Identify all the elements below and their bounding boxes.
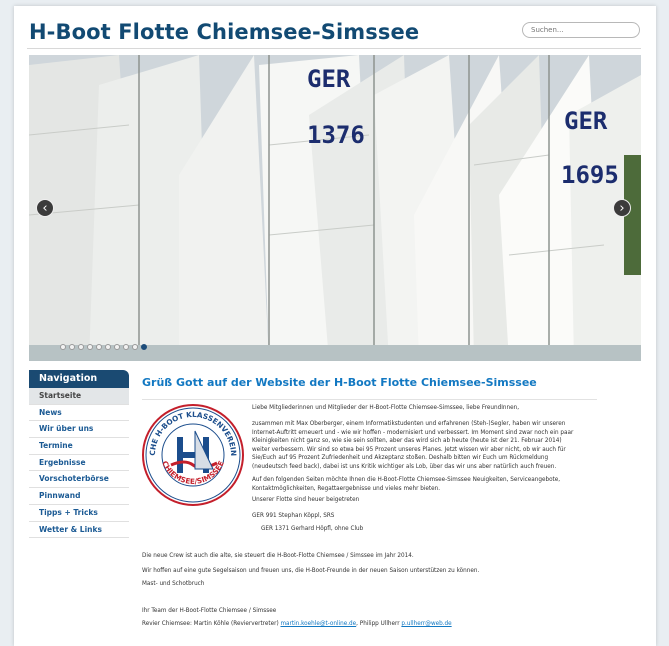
team-signature: Ihr Team der H-Boot-Flotte Chiemsee / Si… xyxy=(142,608,277,614)
sidebar-item-startseite[interactable]: Startseite xyxy=(29,388,129,405)
sidebar-item-ergebnisse[interactable]: Ergebnisse xyxy=(29,455,129,472)
email-link[interactable]: martin.koehle@t-online.de xyxy=(280,621,356,627)
site-title: H-Boot Flotte Chiemsee-Simssee xyxy=(29,20,420,44)
sidebar-heading: Navigation xyxy=(29,370,129,388)
sidebar-item-vorschoterbörse[interactable]: Vorschoterbörse xyxy=(29,471,129,489)
slider-pagination xyxy=(60,344,147,352)
slider-prev-button[interactable]: ‹ xyxy=(36,199,54,217)
new-members-intro: Unserer Flotte sind heuer beigetreten xyxy=(252,497,360,503)
greeting-line: Mast- und Schotbruch xyxy=(142,581,205,587)
sidebar-item-wir-über-uns[interactable]: Wir über uns xyxy=(29,421,129,439)
services-paragraph: Auf den folgenden Seiten möchte Ihnen di… xyxy=(252,477,561,492)
slider-dot[interactable] xyxy=(87,344,93,350)
slider-dot[interactable] xyxy=(123,344,129,350)
sail-number-text: 1695 xyxy=(561,161,619,189)
sidebar-item-pinnwand[interactable]: Pinnwand xyxy=(29,488,129,505)
slider-next-button[interactable]: › xyxy=(613,199,631,217)
page-container: H-Boot Flotte Chiemsee-Simssee Suchen...… xyxy=(14,6,656,646)
sail-number-text: 1376 xyxy=(307,121,365,149)
search-input[interactable] xyxy=(522,22,640,38)
slider-dot[interactable] xyxy=(114,344,120,350)
slider-dot[interactable] xyxy=(141,344,147,350)
image-slider: GER 1376 GER 1695 ‹ › xyxy=(29,55,641,361)
contact-line: Revier Chiemsee: Martin Köhle (Revierver… xyxy=(142,620,452,629)
page-title: Grüß Gott auf der Website der H-Boot Flo… xyxy=(142,376,537,389)
header-divider xyxy=(27,48,641,49)
sidebar-item-wetter-links[interactable]: Wetter & Links xyxy=(29,522,129,539)
season-paragraph: Wir hoffen auf eine gute Segelsaison und… xyxy=(142,568,480,574)
sidebar-item-tipps-tricks[interactable]: Tipps + Tricks xyxy=(29,505,129,522)
intro-paragraph: Liebe Mitgliederinnen und Mitglieder der… xyxy=(252,405,520,411)
slider-dot[interactable] xyxy=(60,344,66,350)
sail-number-text: GER xyxy=(307,65,351,93)
slider-dot[interactable] xyxy=(96,344,102,350)
slider-dot[interactable] xyxy=(78,344,84,350)
sidebar-item-news[interactable]: News xyxy=(29,405,129,422)
contact-middle: , Philipp Ullherr xyxy=(356,621,402,627)
slide-image-sailboats: GER 1376 GER 1695 xyxy=(29,55,641,361)
new-member-row: GER 991 Stephan Köppl, SRS xyxy=(252,513,335,519)
contact-prefix: Revier Chiemsee: Martin Köhle (Revierver… xyxy=(142,621,281,627)
slider-dot[interactable] xyxy=(105,344,111,350)
sidebar-item-termine[interactable]: Termine xyxy=(29,438,129,455)
new-member-row: GER 1371 Gerhard Höpfl, ohne Club xyxy=(261,526,364,532)
club-logo: DEUTSCHE H-BOOT KLASSENVEREINIGUNG CHIEM… xyxy=(141,403,244,506)
sail-number-text: GER xyxy=(564,107,608,135)
crew-paragraph: Die neue Crew ist auch die alte, sie ste… xyxy=(142,553,414,559)
slider-dot[interactable] xyxy=(132,344,138,350)
slider-dot[interactable] xyxy=(69,344,75,350)
email-link[interactable]: p.ullherr@web.de xyxy=(401,621,451,627)
intro-paragraph-body: zusammen mit Max Oberberger, einem Infor… xyxy=(252,421,574,470)
title-divider xyxy=(142,399,597,400)
sidebar-navigation: Navigation Startseite News Wir über uns Ter… xyxy=(29,370,129,539)
